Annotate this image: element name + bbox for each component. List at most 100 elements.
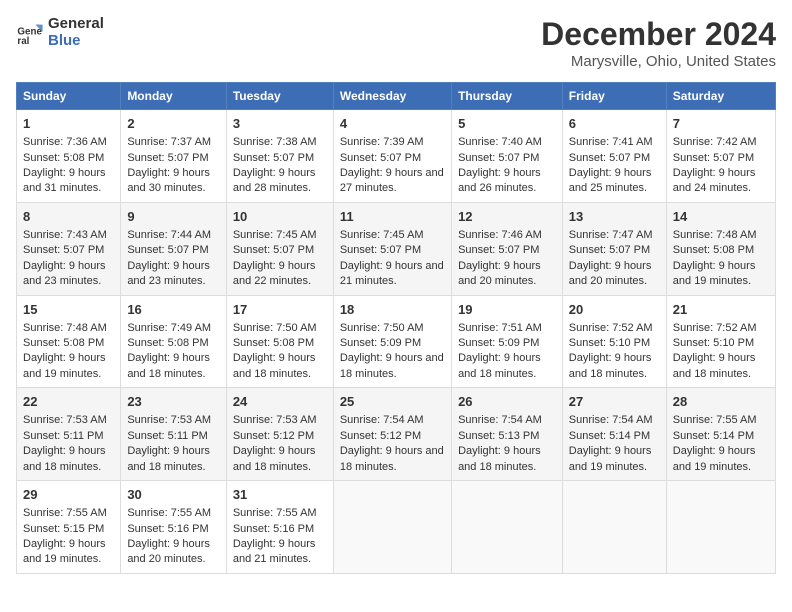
sunset-text: Sunset: 5:07 PM <box>233 244 314 256</box>
daylight-label: Daylight: 9 hours and 25 minutes. <box>569 167 652 194</box>
day-cell: 20Sunrise: 7:52 AMSunset: 5:10 PMDayligh… <box>562 295 666 388</box>
sunset-text: Sunset: 5:16 PM <box>127 523 208 535</box>
sunrise-text: Sunrise: 7:44 AM <box>127 229 211 241</box>
sunrise-text: Sunrise: 7:43 AM <box>23 229 107 241</box>
sunset-text: Sunset: 5:07 PM <box>23 244 104 256</box>
day-cell: 26Sunrise: 7:54 AMSunset: 5:13 PMDayligh… <box>452 388 563 481</box>
day-cell: 15Sunrise: 7:48 AMSunset: 5:08 PMDayligh… <box>17 295 121 388</box>
header-cell-tuesday: Tuesday <box>226 83 333 110</box>
daylight-label: Daylight: 9 hours and 26 minutes. <box>458 167 541 194</box>
sunrise-text: Sunrise: 7:49 AM <box>127 322 211 334</box>
day-cell: 13 Sunrise: 7:47 AM Sunset: 5:07 PM Dayligh… <box>562 202 666 295</box>
sunset-text: Sunset: 5:07 PM <box>340 244 421 256</box>
day-cell: 22Sunrise: 7:53 AMSunset: 5:11 PMDayligh… <box>17 388 121 481</box>
day-cell: 27Sunrise: 7:54 AMSunset: 5:14 PMDayligh… <box>562 388 666 481</box>
daylight-label: Daylight: 9 hours and 19 minutes. <box>673 445 756 472</box>
sunset-text: Sunset: 5:07 PM <box>673 152 754 164</box>
sunset-text: Sunset: 5:08 PM <box>23 152 104 164</box>
day-number: 4 <box>340 115 445 133</box>
daylight-label: Daylight: 9 hours and 18 minutes. <box>340 445 444 472</box>
daylight-label: Daylight: 9 hours and 23 minutes. <box>127 260 210 287</box>
week-row-4: 22Sunrise: 7:53 AMSunset: 5:11 PMDayligh… <box>17 388 776 481</box>
sunrise-text: Sunrise: 7:51 AM <box>458 322 542 334</box>
sunrise-text: Sunrise: 7:53 AM <box>23 414 107 426</box>
sunset-text: Sunset: 5:11 PM <box>23 430 104 442</box>
logo-text-line2: Blue <box>48 33 104 50</box>
daylight-label: Daylight: 9 hours and 18 minutes. <box>23 445 106 472</box>
sunrise-text: Sunrise: 7:52 AM <box>569 322 653 334</box>
sunrise-text: Sunrise: 7:47 AM <box>569 229 653 241</box>
day-number: 14 <box>673 208 769 226</box>
sunset-text: Sunset: 5:08 PM <box>673 244 754 256</box>
sunset-text: Sunset: 5:14 PM <box>673 430 754 442</box>
daylight-label: Daylight: 9 hours and 23 minutes. <box>23 260 106 287</box>
day-number: 15 <box>23 301 114 319</box>
sunrise-text: Sunrise: 7:40 AM <box>458 136 542 148</box>
daylight-label: Daylight: 9 hours and 18 minutes. <box>458 352 541 379</box>
logo-text-line1: General <box>48 16 104 33</box>
daylight-label: Daylight: 9 hours and 18 minutes. <box>127 352 210 379</box>
day-cell: 3Sunrise: 7:38 AMSunset: 5:07 PMDaylight… <box>226 110 333 203</box>
day-cell: 18Sunrise: 7:50 AMSunset: 5:09 PMDayligh… <box>333 295 451 388</box>
daylight-label: Daylight: 9 hours and 31 minutes. <box>23 167 106 194</box>
daylight-label: Daylight: 9 hours and 18 minutes. <box>458 445 541 472</box>
day-cell: 11Sunrise: 7:45 AMSunset: 5:07 PMDayligh… <box>333 202 451 295</box>
day-number: 21 <box>673 301 769 319</box>
sunrise-text: Sunrise: 7:45 AM <box>340 229 424 241</box>
calendar-table: SundayMondayTuesdayWednesdayThursdayFrid… <box>16 82 776 574</box>
day-number: 17 <box>233 301 327 319</box>
sunrise-text: Sunrise: 7:54 AM <box>458 414 542 426</box>
calendar-body: 1Sunrise: 7:36 AMSunset: 5:08 PMDaylight… <box>17 110 776 574</box>
daylight-label: Daylight: 9 hours and 20 minutes. <box>569 260 652 287</box>
day-cell: 25Sunrise: 7:54 AMSunset: 5:12 PMDayligh… <box>333 388 451 481</box>
sunrise-text: Sunrise: 7:42 AM <box>673 136 757 148</box>
subtitle: Marysville, Ohio, United States <box>541 53 776 70</box>
day-number: 9 <box>127 208 220 226</box>
header-cell-monday: Monday <box>121 83 227 110</box>
day-number: 23 <box>127 393 220 411</box>
sunrise-text: Sunrise: 7:38 AM <box>233 136 317 148</box>
day-cell: 14Sunrise: 7:48 AMSunset: 5:08 PMDayligh… <box>666 202 775 295</box>
header-cell-thursday: Thursday <box>452 83 563 110</box>
day-number: 18 <box>340 301 445 319</box>
day-cell: 5Sunrise: 7:40 AMSunset: 5:07 PMDaylight… <box>452 110 563 203</box>
day-number: 30 <box>127 486 220 504</box>
sunrise-text: Sunrise: 7:39 AM <box>340 136 424 148</box>
day-number: 19 <box>458 301 556 319</box>
day-cell: 4Sunrise: 7:39 AMSunset: 5:07 PMDaylight… <box>333 110 451 203</box>
day-cell <box>562 481 666 574</box>
week-row-5: 29Sunrise: 7:55 AMSunset: 5:15 PMDayligh… <box>17 481 776 574</box>
day-cell: 30Sunrise: 7:55 AMSunset: 5:16 PMDayligh… <box>121 481 227 574</box>
sunrise-text: Sunrise: 7:41 AM <box>569 136 653 148</box>
daylight-label: Daylight: 9 hours and 18 minutes. <box>233 352 316 379</box>
daylight-label: Daylight: 9 hours and 30 minutes. <box>127 167 210 194</box>
day-number: 1 <box>23 115 114 133</box>
header-cell-sunday: Sunday <box>17 83 121 110</box>
daylight-label: Daylight: 9 hours and 24 minutes. <box>673 167 756 194</box>
sunset-text: Sunset: 5:07 PM <box>569 152 650 164</box>
daylight-label: Daylight: 9 hours and 28 minutes. <box>233 167 316 194</box>
day-number: 12 <box>458 208 556 226</box>
sunrise-text: Sunrise: 7:55 AM <box>673 414 757 426</box>
logo: Gene ral General Blue <box>16 16 104 49</box>
sunrise-text: Sunrise: 7:55 AM <box>23 507 107 519</box>
title-area: December 2024 Marysville, Ohio, United S… <box>541 16 776 70</box>
sunrise-text: Sunrise: 7:52 AM <box>673 322 757 334</box>
week-row-2: 8Sunrise: 7:43 AMSunset: 5:07 PMDaylight… <box>17 202 776 295</box>
sunset-text: Sunset: 5:07 PM <box>127 244 208 256</box>
daylight-label: Daylight: 9 hours and 18 minutes. <box>340 352 444 379</box>
day-number: 6 <box>569 115 660 133</box>
header-cell-friday: Friday <box>562 83 666 110</box>
sunset-text: Sunset: 5:09 PM <box>458 337 539 349</box>
day-number: 13 <box>569 208 660 226</box>
day-cell <box>333 481 451 574</box>
daylight-label: Daylight: 9 hours and 18 minutes. <box>569 352 652 379</box>
sunset-text: Sunset: 5:08 PM <box>23 337 104 349</box>
sunset-text: Sunset: 5:11 PM <box>127 430 208 442</box>
sunset-text: Sunset: 5:13 PM <box>458 430 539 442</box>
sunset-text: Sunset: 5:07 PM <box>458 244 539 256</box>
day-cell: 12Sunrise: 7:46 AMSunset: 5:07 PMDayligh… <box>452 202 563 295</box>
sunset-text: Sunset: 5:07 PM <box>569 244 650 256</box>
sunrise-text: Sunrise: 7:54 AM <box>569 414 653 426</box>
sunrise-text: Sunrise: 7:55 AM <box>233 507 317 519</box>
